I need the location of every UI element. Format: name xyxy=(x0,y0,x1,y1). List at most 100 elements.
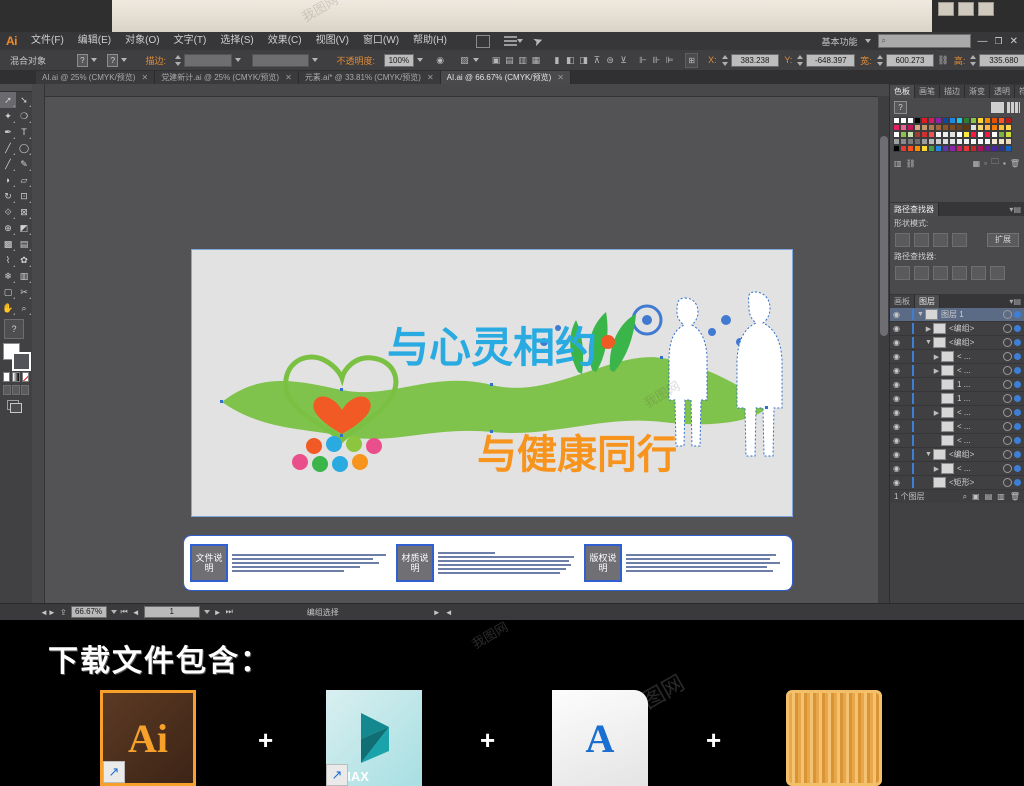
layer-row[interactable]: ◉ ▶ < ... xyxy=(890,462,1024,476)
tab-artboards[interactable]: 画板 xyxy=(890,295,915,308)
pathfinder-expand-button[interactable]: 扩展 xyxy=(987,233,1019,247)
layer-visibility-icon[interactable]: ◉ xyxy=(890,352,903,361)
lasso-tool[interactable]: ❍ xyxy=(16,108,32,124)
swatch-cell[interactable] xyxy=(921,131,928,138)
workspace-chevron-icon[interactable] xyxy=(864,39,871,43)
reference-point-widget[interactable]: ⊞ xyxy=(685,52,698,68)
swatch-link-icon[interactable]: ⛓ xyxy=(906,159,916,168)
swatch-cell[interactable] xyxy=(963,145,970,152)
swatch-cell[interactable] xyxy=(942,138,949,145)
swatch-cell[interactable] xyxy=(900,138,907,145)
swatch-cell[interactable] xyxy=(949,124,956,131)
swatch-cell[interactable] xyxy=(928,131,935,138)
swatch-cell[interactable] xyxy=(921,117,928,124)
normal-screen-mode-button[interactable] xyxy=(3,385,11,395)
swatch-cell[interactable] xyxy=(935,124,942,131)
document-tab-3-close-icon[interactable]: ✕ xyxy=(427,71,434,84)
menu-item-file[interactable]: 文件(F) xyxy=(24,32,71,50)
fill-color-swatch[interactable]: ? xyxy=(77,53,88,67)
window-close-button[interactable] xyxy=(978,2,994,16)
document-canvas[interactable]: 与心灵相约 与健康同行 文件说明 材质说明 版权说明 xyxy=(32,84,890,620)
mesh-tool[interactable]: ▩ xyxy=(0,236,16,252)
close-icon[interactable]: ✕ xyxy=(1010,36,1018,47)
stroke-chevron-icon[interactable] xyxy=(121,58,128,62)
swatch-cell[interactable] xyxy=(984,138,991,145)
swatch-cell[interactable] xyxy=(942,145,949,152)
first-artboard-icon[interactable]: ⏮ xyxy=(121,607,128,617)
height-input[interactable]: 335.680 xyxy=(979,53,1024,67)
swatch-list-view-icon[interactable] xyxy=(991,102,1004,113)
document-tab-1[interactable]: AI.ai @ 25% (CMYK/预览) ✕ xyxy=(36,71,156,84)
eraser-tool[interactable]: ▱ xyxy=(16,172,32,188)
make-clipping-mask-icon[interactable]: ▣ xyxy=(972,492,980,501)
layer-target-icon[interactable] xyxy=(1003,380,1012,389)
document-tab-3[interactable]: 元素.ai* @ 33.81% (CMYK/预览) ✕ xyxy=(298,71,441,84)
swatch-cell[interactable] xyxy=(991,117,998,124)
swatch-cell[interactable] xyxy=(949,131,956,138)
canvas-vertical-scroll-thumb[interactable] xyxy=(880,136,888,336)
swatch-cell[interactable] xyxy=(977,131,984,138)
tab-swatches[interactable]: 色板 xyxy=(890,85,915,98)
gradient-fill-button[interactable] xyxy=(12,372,20,382)
menu-item-window[interactable]: 窗口(W) xyxy=(356,32,406,50)
swatch-cell[interactable] xyxy=(991,131,998,138)
swatch-libraries-icon[interactable]: ▥ xyxy=(894,159,902,168)
menu-item-select[interactable]: 选择(S) xyxy=(213,32,260,50)
swatch-cell[interactable] xyxy=(900,124,907,131)
tab-brushes[interactable]: 画笔 xyxy=(915,85,940,98)
swatch-preview-icon[interactable]: ? xyxy=(894,101,907,114)
swatch-grid-view-icon[interactable] xyxy=(1007,102,1020,113)
shape-builder-tool[interactable]: ⊕ xyxy=(0,220,16,236)
layer-visibility-icon[interactable]: ◉ xyxy=(890,338,903,347)
magic-wand-tool[interactable]: ✦ xyxy=(0,108,16,124)
pathfinder-minus-front-button[interactable] xyxy=(914,233,929,247)
locate-object-icon[interactable]: ⌕ xyxy=(963,492,967,502)
swatch-cell[interactable] xyxy=(977,145,984,152)
swatch-cell[interactable] xyxy=(907,145,914,152)
swatch-cell[interactable] xyxy=(963,131,970,138)
delete-layer-icon[interactable]: 🗑 xyxy=(1010,492,1020,501)
swatch-cell[interactable] xyxy=(1005,131,1012,138)
none-fill-button[interactable] xyxy=(21,372,29,382)
pen-tool[interactable]: ✒ xyxy=(0,124,16,140)
swatch-cell[interactable] xyxy=(921,124,928,131)
swatch-cell[interactable] xyxy=(977,138,984,145)
selection-tool[interactable]: ➚ xyxy=(0,92,16,108)
layer-twisty-icon[interactable]: ▶ xyxy=(932,353,941,361)
swatch-cell[interactable] xyxy=(998,138,1005,145)
fullscreen-mode-button[interactable] xyxy=(21,385,29,395)
mask-icon[interactable]: ▥ xyxy=(517,54,527,67)
menu-item-type[interactable]: 文字(T) xyxy=(167,32,214,50)
brush-definition-dropdown[interactable] xyxy=(251,53,310,67)
tab-transparency[interactable]: 透明 xyxy=(990,85,1015,98)
fill-chevron-icon[interactable] xyxy=(90,58,97,62)
color-fill-button[interactable] xyxy=(3,372,11,382)
window-minimize-button[interactable] xyxy=(938,2,954,16)
swatch-cell[interactable] xyxy=(977,117,984,124)
swatch-cell[interactable] xyxy=(970,145,977,152)
menu-item-view[interactable]: 视图(V) xyxy=(309,32,356,50)
swatch-cell[interactable] xyxy=(921,138,928,145)
swatch-cell[interactable] xyxy=(893,138,900,145)
layer-row[interactable]: ◉ 1 ... xyxy=(890,378,1024,392)
status-resize-icon[interactable]: ◄ xyxy=(445,608,453,617)
swatch-cell[interactable] xyxy=(893,145,900,152)
tab-stroke[interactable]: 描边 xyxy=(940,85,965,98)
swatch-new-icon[interactable]: ▪ xyxy=(1003,159,1006,168)
isolate-group-icon[interactable]: ▤ xyxy=(504,54,514,67)
search-input[interactable]: ⌕ xyxy=(877,34,971,48)
layer-twisty-icon[interactable]: ▼ xyxy=(916,311,925,318)
layer-row[interactable]: ◉ <矩形> xyxy=(890,476,1024,490)
zoom-tool[interactable]: ⌕ xyxy=(16,300,32,316)
swatch-group-icon[interactable]: ▦ xyxy=(973,159,981,168)
swatch-cell[interactable] xyxy=(977,124,984,131)
swatch-options-icon[interactable]: ▫ xyxy=(984,159,987,168)
delete-icon[interactable]: ▦ xyxy=(531,54,541,67)
width-tool[interactable]: ⟐ xyxy=(0,204,16,220)
swatch-cell[interactable] xyxy=(956,131,963,138)
swatch-cell[interactable] xyxy=(991,138,998,145)
stroke-swatch[interactable] xyxy=(12,352,31,371)
swatch-cell[interactable] xyxy=(998,145,1005,152)
swatch-new-folder-icon[interactable]: 🗀 xyxy=(991,156,999,170)
blob-brush-tool[interactable]: ◗ xyxy=(0,172,16,188)
